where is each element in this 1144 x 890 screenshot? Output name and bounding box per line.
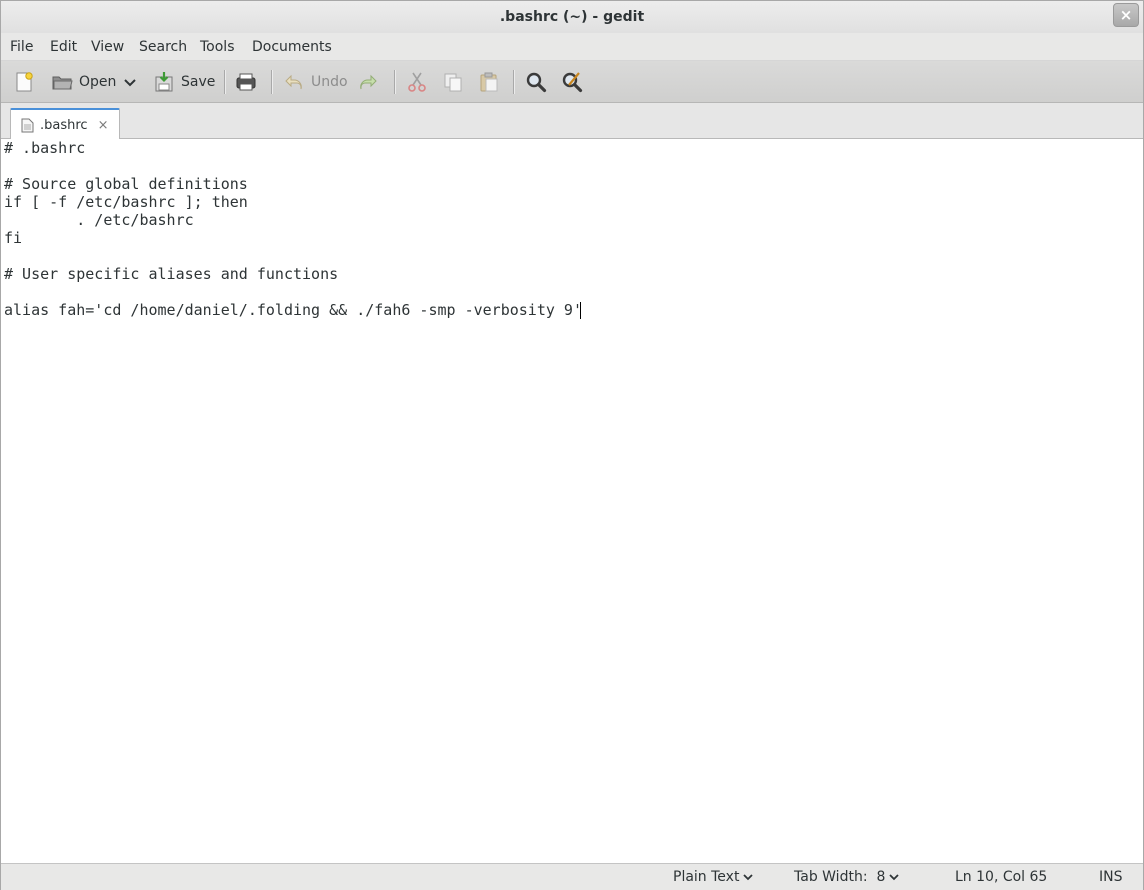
copy-icon [444, 73, 462, 92]
chevron-down-icon [124, 79, 136, 87]
cut-button[interactable] [406, 67, 428, 97]
tab-bashrc[interactable]: .bashrc × [10, 108, 120, 140]
language-label: Plain Text [673, 869, 740, 885]
chevron-down-icon [889, 874, 899, 881]
open-button[interactable]: Open [51, 67, 116, 97]
menu-documents[interactable]: Documents [252, 33, 332, 61]
toolbar: Open Save Undo [1, 61, 1143, 103]
text-document-icon [21, 118, 34, 132]
toolbar-separator [394, 70, 395, 94]
save-button[interactable]: Save [153, 67, 215, 97]
insert-mode-indicator: INS [1099, 869, 1123, 885]
menu-bar: File Edit View Search Tools Documents [1, 33, 1143, 61]
tab-width-label: Tab Width: 8 [794, 869, 886, 885]
close-window-button[interactable]: × [1113, 3, 1139, 27]
gedit-window: .bashrc (~) - gedit × File Edit View Sea… [0, 0, 1144, 890]
status-bar: Plain Text Tab Width: 8 Ln 10, Col 65 IN… [1, 863, 1143, 890]
open-recent-dropdown[interactable] [122, 67, 138, 97]
code-line: # Source global definitions [4, 175, 248, 193]
code-line: fi [4, 229, 23, 247]
menu-file[interactable]: File [10, 33, 33, 61]
code-line: alias fah='cd /home/daniel/.folding && .… [4, 301, 582, 319]
menu-view[interactable]: View [91, 33, 124, 61]
copy-button[interactable] [442, 67, 464, 97]
print-button[interactable] [235, 67, 257, 97]
paste-button[interactable] [478, 67, 500, 97]
code-line: # User specific aliases and functions [4, 265, 339, 283]
menu-edit[interactable]: Edit [50, 33, 77, 61]
undo-label: Undo [311, 74, 348, 90]
redo-button[interactable] [357, 67, 379, 97]
undo-icon [285, 74, 302, 90]
title-bar[interactable]: .bashrc (~) - gedit × [1, 1, 1143, 33]
text-editor[interactable]: # .bashrc # Source global definitions if… [1, 139, 1143, 863]
tab-label: .bashrc [40, 117, 88, 133]
code-line: if [ -f /etc/bashrc ]; then [4, 193, 248, 211]
menu-tools[interactable]: Tools [200, 33, 235, 61]
toolbar-separator [224, 70, 225, 94]
open-label: Open [79, 74, 117, 90]
find-replace-icon [562, 72, 583, 93]
document-tab-strip: .bashrc × [1, 103, 1143, 140]
new-document-icon [16, 72, 33, 92]
tab-close-icon[interactable]: × [98, 118, 109, 133]
paste-icon [480, 72, 498, 92]
save-icon [155, 72, 173, 92]
save-label: Save [181, 74, 216, 90]
cursor-position: Ln 10, Col 65 [955, 869, 1048, 885]
chevron-down-icon [743, 874, 754, 881]
close-icon: × [1119, 6, 1133, 24]
cut-icon [408, 72, 426, 92]
open-folder-icon [52, 76, 73, 90]
text-cursor [580, 302, 581, 319]
window-title: .bashrc (~) - gedit [499, 9, 645, 25]
find-replace-button[interactable] [561, 67, 583, 97]
find-button[interactable] [525, 67, 547, 97]
redo-icon [360, 74, 377, 90]
menu-search[interactable]: Search [139, 33, 187, 61]
new-document-button[interactable] [13, 67, 35, 97]
toolbar-separator [271, 70, 272, 94]
language-selector[interactable]: Plain Text [673, 864, 754, 890]
tab-width-selector[interactable]: Tab Width: 8 [794, 864, 899, 890]
undo-button[interactable]: Undo [283, 67, 348, 97]
code-line: # .bashrc [4, 139, 86, 157]
print-icon [236, 73, 256, 91]
toolbar-separator [513, 70, 514, 94]
code-line: . /etc/bashrc [4, 211, 194, 229]
find-icon [526, 72, 547, 93]
